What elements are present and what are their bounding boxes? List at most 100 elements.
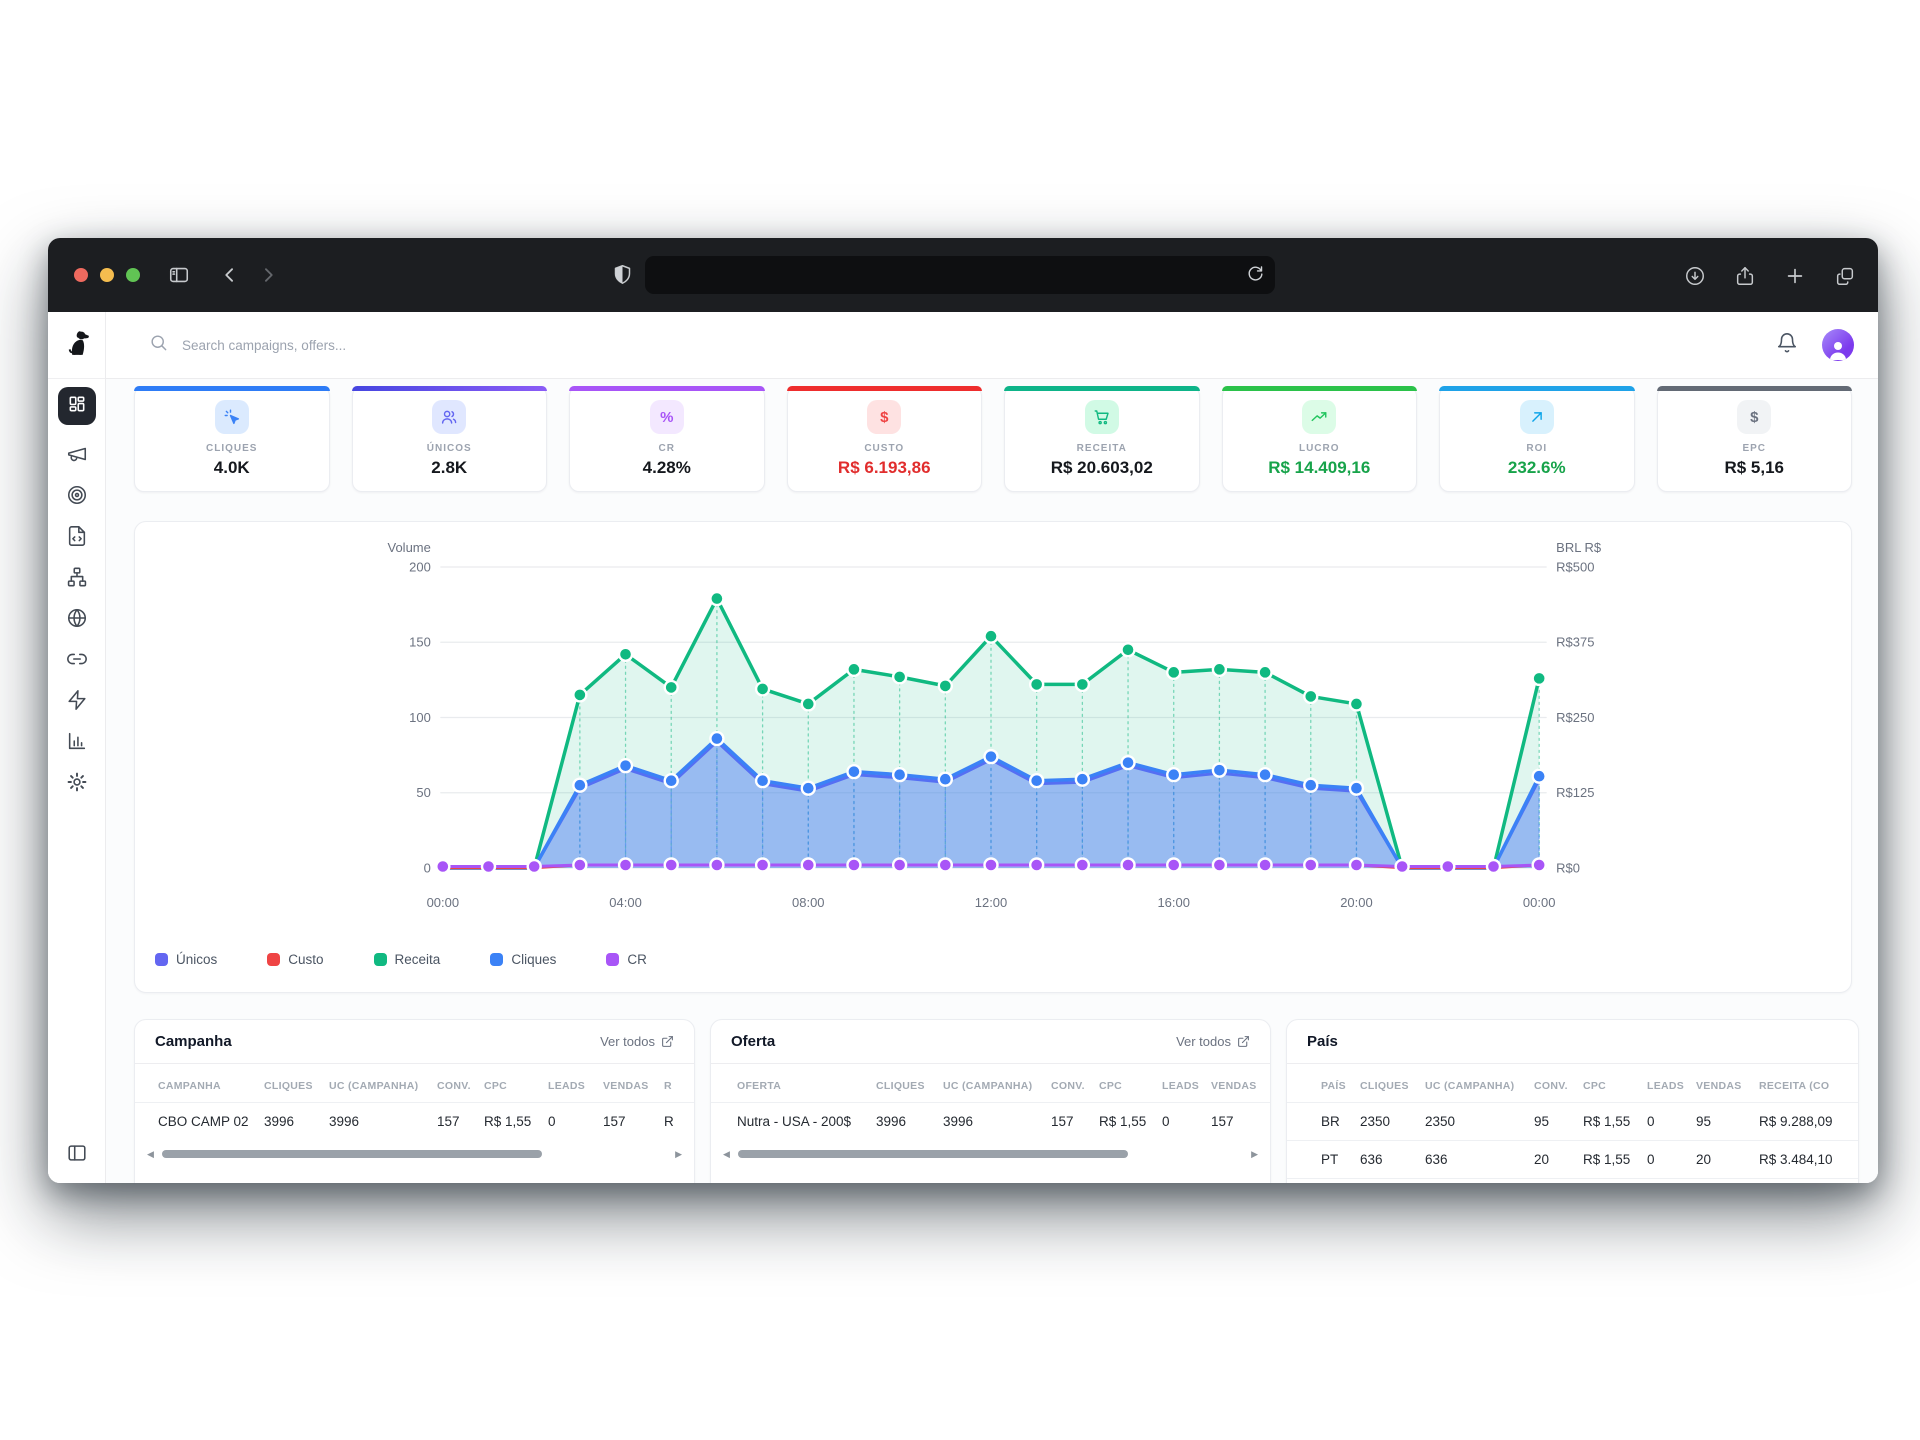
dollar-icon: $ bbox=[1737, 400, 1771, 434]
kpi-value: 2.8K bbox=[431, 458, 467, 478]
kpi-label: ÚNICOS bbox=[427, 443, 472, 454]
svg-text:00:00: 00:00 bbox=[427, 895, 459, 910]
kpi-accent-bar bbox=[1439, 386, 1635, 391]
kpi-value: R$ 5,16 bbox=[1724, 458, 1784, 478]
svg-text:R$250: R$250 bbox=[1556, 710, 1594, 725]
table-header-row: PAÍSCLIQUES UC (CAMPANHA)CONV. CPCLEADS … bbox=[1287, 1064, 1858, 1102]
legend-item-unicos[interactable]: Únicos bbox=[155, 952, 217, 967]
table-row[interactable]: PT636 63620 R$ 1,550 20R$ 3.484,10 bbox=[1287, 1140, 1858, 1179]
reload-icon[interactable] bbox=[1246, 264, 1265, 288]
svg-text:08:00: 08:00 bbox=[792, 895, 824, 910]
sidebar-item-links[interactable] bbox=[65, 647, 89, 671]
share-icon[interactable] bbox=[1734, 265, 1756, 287]
svg-text:50: 50 bbox=[416, 785, 430, 800]
legend-item-custo[interactable]: Custo bbox=[267, 952, 323, 967]
address-bar[interactable] bbox=[645, 256, 1275, 294]
table-row[interactable]: CBO CAMP 023996 3996157 R$ 1,550 157R bbox=[135, 1102, 694, 1140]
kpi-label: LUCRO bbox=[1299, 443, 1340, 454]
close-window-button[interactable] bbox=[74, 268, 88, 282]
external-link-icon bbox=[661, 1035, 674, 1048]
svg-text:00:00: 00:00 bbox=[1523, 895, 1555, 910]
forward-icon[interactable] bbox=[258, 265, 278, 285]
minimize-window-button[interactable] bbox=[100, 268, 114, 282]
kpi-label: CUSTO bbox=[864, 443, 904, 454]
legend-item-receita[interactable]: Receita bbox=[374, 952, 441, 967]
gear-icon bbox=[66, 771, 88, 793]
kpi-card-custo[interactable]: $ CUSTO R$ 6.193,86 bbox=[787, 386, 983, 492]
svg-text:16:00: 16:00 bbox=[1157, 895, 1189, 910]
scrollbar-thumb[interactable] bbox=[162, 1150, 542, 1158]
back-icon[interactable] bbox=[220, 265, 240, 285]
svg-text:200: 200 bbox=[409, 559, 431, 574]
kpi-accent-bar bbox=[134, 386, 330, 391]
scroll-left-icon[interactable]: ◀ bbox=[723, 1150, 730, 1159]
kpi-card-receita[interactable]: RECEITA R$ 20.603,02 bbox=[1004, 386, 1200, 492]
sidebar-item-dashboard[interactable] bbox=[58, 387, 96, 425]
app-logo[interactable] bbox=[48, 312, 105, 379]
bar-chart-icon bbox=[66, 730, 88, 752]
sidebar-item-targets[interactable] bbox=[65, 483, 89, 507]
sidebar-item-domains[interactable] bbox=[65, 606, 89, 630]
kpi-card-unicos[interactable]: ÚNICOS 2.8K bbox=[352, 386, 548, 492]
app-sidebar bbox=[48, 312, 106, 1183]
svg-text:Volume: Volume bbox=[388, 540, 431, 555]
tab-overview-icon[interactable] bbox=[1834, 265, 1856, 287]
search-bar[interactable] bbox=[149, 333, 1776, 357]
scrollbar-thumb[interactable] bbox=[738, 1150, 1128, 1158]
svg-text:100: 100 bbox=[409, 710, 431, 725]
link-icon bbox=[66, 648, 88, 670]
table-header-row: CAMPANHACLIQUES UC (CAMPANHA)CONV. CPCLE… bbox=[135, 1064, 694, 1102]
svg-text:R$0: R$0 bbox=[1556, 860, 1580, 875]
horizontal-scrollbar[interactable]: ◀ ▶ bbox=[723, 1148, 1258, 1160]
sidebar-item-hierarchy[interactable] bbox=[65, 565, 89, 589]
sidebar-collapse-button[interactable] bbox=[66, 1142, 88, 1169]
megaphone-icon bbox=[66, 443, 88, 465]
campanha-ver-todos-link[interactable]: Ver todos bbox=[600, 1034, 674, 1049]
scroll-left-icon[interactable]: ◀ bbox=[147, 1150, 154, 1159]
kpi-card-cr[interactable]: % CR 4.28% bbox=[569, 386, 765, 492]
oferta-title: Oferta bbox=[731, 1033, 775, 1050]
legend-swatch bbox=[155, 953, 168, 966]
chart-legend: Únicos Custo Receita Cliques bbox=[155, 952, 647, 967]
traffic-chart[interactable]: 200150100500VolumeR$500R$375R$250R$125R$… bbox=[135, 530, 1851, 932]
dashboard-grid-icon bbox=[67, 394, 87, 419]
kpi-card-cliques[interactable]: CLIQUES 4.0K bbox=[134, 386, 330, 492]
sidebar-item-automations[interactable] bbox=[65, 688, 89, 712]
table-row[interactable]: Nutra - USA - 200$3996 3996157 R$ 1,550 … bbox=[711, 1102, 1270, 1140]
kpi-card-lucro[interactable]: LUCRO R$ 14.409,16 bbox=[1222, 386, 1418, 492]
kpi-card-roi[interactable]: ROI 232.6% bbox=[1439, 386, 1635, 492]
sidebar-item-settings[interactable] bbox=[65, 770, 89, 794]
legend-item-cr[interactable]: CR bbox=[606, 952, 647, 967]
horizontal-scrollbar[interactable]: ◀ ▶ bbox=[147, 1148, 682, 1160]
kpi-value: R$ 20.603,02 bbox=[1051, 458, 1153, 478]
oferta-ver-todos-link[interactable]: Ver todos bbox=[1176, 1034, 1250, 1049]
arrow-up-right-icon bbox=[1520, 400, 1554, 434]
sidebar-toggle-icon[interactable] bbox=[168, 264, 190, 286]
kpi-card-epc[interactable]: $ EPC R$ 5,16 bbox=[1657, 386, 1853, 492]
users-icon bbox=[432, 400, 466, 434]
kpi-value: 232.6% bbox=[1508, 458, 1566, 478]
kpi-label: RECEITA bbox=[1077, 443, 1127, 454]
bell-icon[interactable] bbox=[1776, 332, 1798, 359]
download-icon[interactable] bbox=[1684, 265, 1706, 287]
sidebar-item-campaigns[interactable] bbox=[65, 442, 89, 466]
kpi-label: ROI bbox=[1526, 443, 1547, 454]
table-row[interactable]: BR2350 235095 R$ 1,550 95R$ 9.288,09 bbox=[1287, 1102, 1858, 1140]
kpi-value: 4.28% bbox=[643, 458, 691, 478]
app-topbar bbox=[106, 312, 1878, 379]
new-tab-icon[interactable] bbox=[1784, 265, 1806, 287]
kpi-value: R$ 6.193,86 bbox=[838, 458, 931, 478]
legend-label: Cliques bbox=[511, 952, 556, 967]
scroll-right-icon[interactable]: ▶ bbox=[1251, 1150, 1258, 1159]
sidebar-item-reports[interactable] bbox=[65, 729, 89, 753]
user-avatar[interactable] bbox=[1822, 329, 1854, 361]
legend-item-cliques[interactable]: Cliques bbox=[490, 952, 556, 967]
legend-label: Receita bbox=[395, 952, 441, 967]
search-input[interactable] bbox=[180, 337, 604, 354]
legend-label: Custo bbox=[288, 952, 323, 967]
sidebar-item-templates[interactable] bbox=[65, 524, 89, 548]
scroll-right-icon[interactable]: ▶ bbox=[675, 1150, 682, 1159]
panel-left-icon bbox=[66, 1142, 88, 1164]
zoom-window-button[interactable] bbox=[126, 268, 140, 282]
shield-icon[interactable] bbox=[612, 264, 633, 285]
